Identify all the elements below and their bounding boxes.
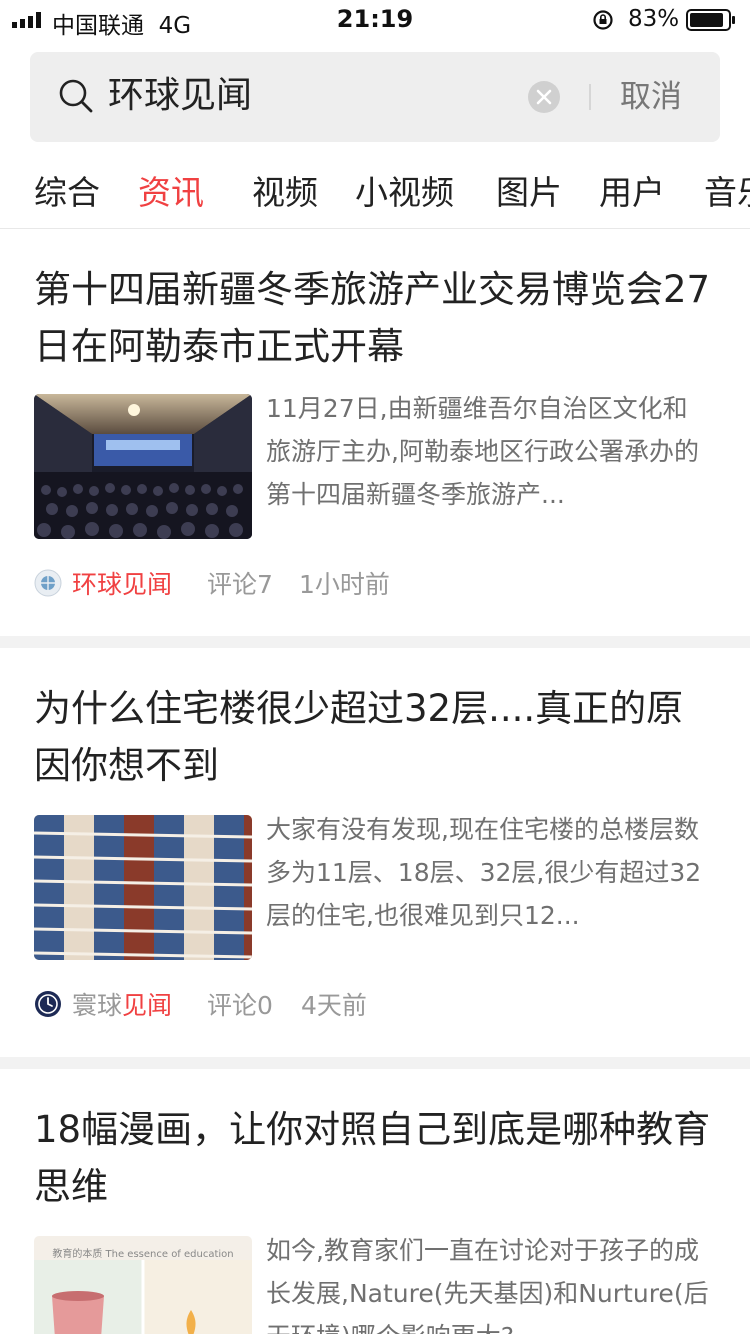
thumbnail-caption: 教育的本质 The essence of education <box>52 1249 234 1260</box>
source-name[interactable]: 环球见闻 <box>72 565 172 601</box>
article-title[interactable]: 为什么住宅楼很少超过32层....真正的原因你想不到 <box>34 680 714 794</box>
comment-count: 评论0 <box>207 991 273 1020</box>
tab-music[interactable]: 音乐 <box>704 166 750 214</box>
article-summary: 如今,教育家们一直在讨论对于孩子的成长发展,Nature(先天基因)和Nurtu… <box>266 1236 709 1334</box>
source-name-highlight: 见闻 <box>122 991 173 1020</box>
source-name[interactable]: 寰球见闻 <box>72 986 172 1022</box>
list-item[interactable]: 为什么住宅楼很少超过32层....真正的原因你想不到 大家有没有发现,现在住宅楼… <box>0 648 750 1057</box>
separator <box>0 1057 750 1069</box>
search-input[interactable]: 环球见闻 <box>108 72 252 120</box>
publish-time: 4天前 <box>301 991 367 1020</box>
list-item[interactable]: 18幅漫画，让你对照自己到底是哪种教育思维 教育的本质 The essence … <box>0 1069 750 1334</box>
residential-building-image <box>34 815 252 960</box>
tab-video[interactable]: 视频 <box>252 166 318 214</box>
article-thumbnail[interactable] <box>34 394 252 539</box>
search-divider <box>589 84 591 110</box>
battery-percent: 83% <box>628 6 680 32</box>
education-cartoon-image <box>34 1260 252 1334</box>
tab-images[interactable]: 图片 <box>496 166 562 214</box>
article-thumbnail[interactable] <box>34 815 252 960</box>
search-bar[interactable]: 环球见闻 取消 <box>30 52 720 142</box>
rotation-lock-icon <box>593 10 613 30</box>
article-summary: 11月27日,由新疆维吾尔自治区文化和旅游厅主办,阿勒泰地区行政公署承办的第十四… <box>266 394 699 509</box>
publish-time: 1小时前 <box>299 570 390 599</box>
conference-hall-image <box>34 394 252 539</box>
separator <box>0 636 750 648</box>
search-icon <box>59 79 93 113</box>
tab-short-video[interactable]: 小视频 <box>355 166 454 214</box>
source-avatar-icon <box>34 569 62 597</box>
article-title[interactable]: 18幅漫画，让你对照自己到底是哪种教育思维 <box>34 1101 714 1215</box>
battery-icon <box>686 9 735 31</box>
comment-count: 评论7 <box>207 570 273 599</box>
status-bar: 中国联通 4G 21:19 83% <box>0 0 750 40</box>
tab-users[interactable]: 用户 <box>599 166 665 214</box>
list-item[interactable]: 第十四届新疆冬季旅游产业交易博览会27日在阿勒泰市正式开幕 11月27日,由新疆… <box>0 229 750 636</box>
source-name-prefix: 寰球 <box>72 991 123 1020</box>
clear-icon[interactable] <box>527 80 561 114</box>
article-thumbnail[interactable]: 教育的本质 The essence of education <box>34 1236 252 1334</box>
cancel-button[interactable]: 取消 <box>620 76 682 118</box>
article-title[interactable]: 第十四届新疆冬季旅游产业交易博览会27日在阿勒泰市正式开幕 <box>34 261 714 375</box>
tab-general[interactable]: 综合 <box>34 166 100 214</box>
source-avatar-icon <box>35 991 61 1017</box>
category-tabs: 综合 资讯 视频 小视频 图片 用户 音乐 <box>0 160 750 229</box>
tab-news[interactable]: 资讯 <box>138 166 204 214</box>
article-summary: 大家有没有发现,现在住宅楼的总楼层数多为11层、18层、32层,很少有超过32层… <box>266 815 702 930</box>
